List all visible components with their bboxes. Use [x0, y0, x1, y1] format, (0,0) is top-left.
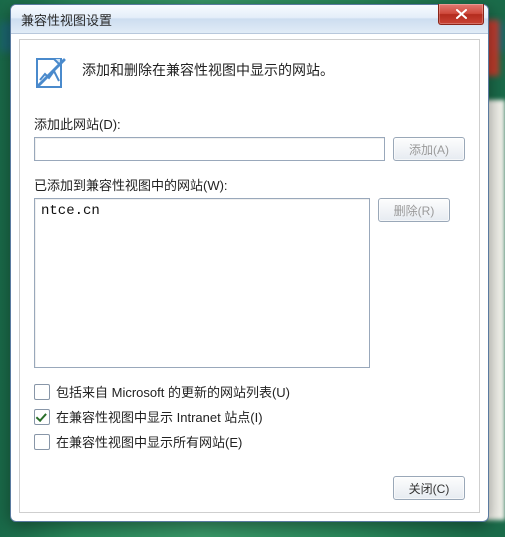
dialog-body: 添加和删除在兼容性视图中显示的网站。 添加此网站(D): 添加(A) 已添加到兼… — [19, 39, 480, 513]
list-item[interactable]: ntce.cn — [41, 203, 363, 219]
checkbox-group: 包括来自 Microsoft 的更新的网站列表(U) 在兼容性视图中显示 Int… — [34, 382, 465, 451]
checkbox-all-sites-label: 在兼容性视图中显示所有网站(E) — [56, 432, 242, 451]
remove-button[interactable]: 删除(R) — [378, 198, 450, 222]
checkbox-ms-list-label: 包括来自 Microsoft 的更新的网站列表(U) — [56, 382, 290, 401]
close-button[interactable]: 关闭(C) — [393, 476, 465, 500]
site-list-label: 已添加到兼容性视图中的网站(W): — [34, 175, 465, 194]
checkbox-intranet-label: 在兼容性视图中显示 Intranet 站点(I) — [56, 407, 263, 426]
intro-row: 添加和删除在兼容性视图中显示的网站。 — [34, 54, 465, 90]
checkbox-ms-list[interactable] — [34, 384, 50, 400]
add-button[interactable]: 添加(A) — [393, 137, 465, 161]
close-icon — [456, 9, 467, 19]
checkbox-intranet[interactable] — [34, 409, 50, 425]
window-title: 兼容性视图设置 — [21, 10, 112, 29]
compat-page-icon — [34, 56, 68, 90]
site-listbox[interactable]: ntce.cn — [34, 198, 370, 368]
checkbox-all-sites[interactable] — [34, 434, 50, 450]
close-button-x[interactable] — [438, 4, 484, 25]
intro-text: 添加和删除在兼容性视图中显示的网站。 — [82, 54, 334, 80]
add-site-input[interactable] — [34, 137, 385, 161]
compat-view-dialog: 兼容性视图设置 添加和删除在兼容性视图中显示的网站。 添加此网站(D): 添加(… — [10, 4, 489, 522]
add-site-label: 添加此网站(D): — [34, 114, 465, 133]
titlebar: 兼容性视图设置 — [11, 5, 488, 34]
